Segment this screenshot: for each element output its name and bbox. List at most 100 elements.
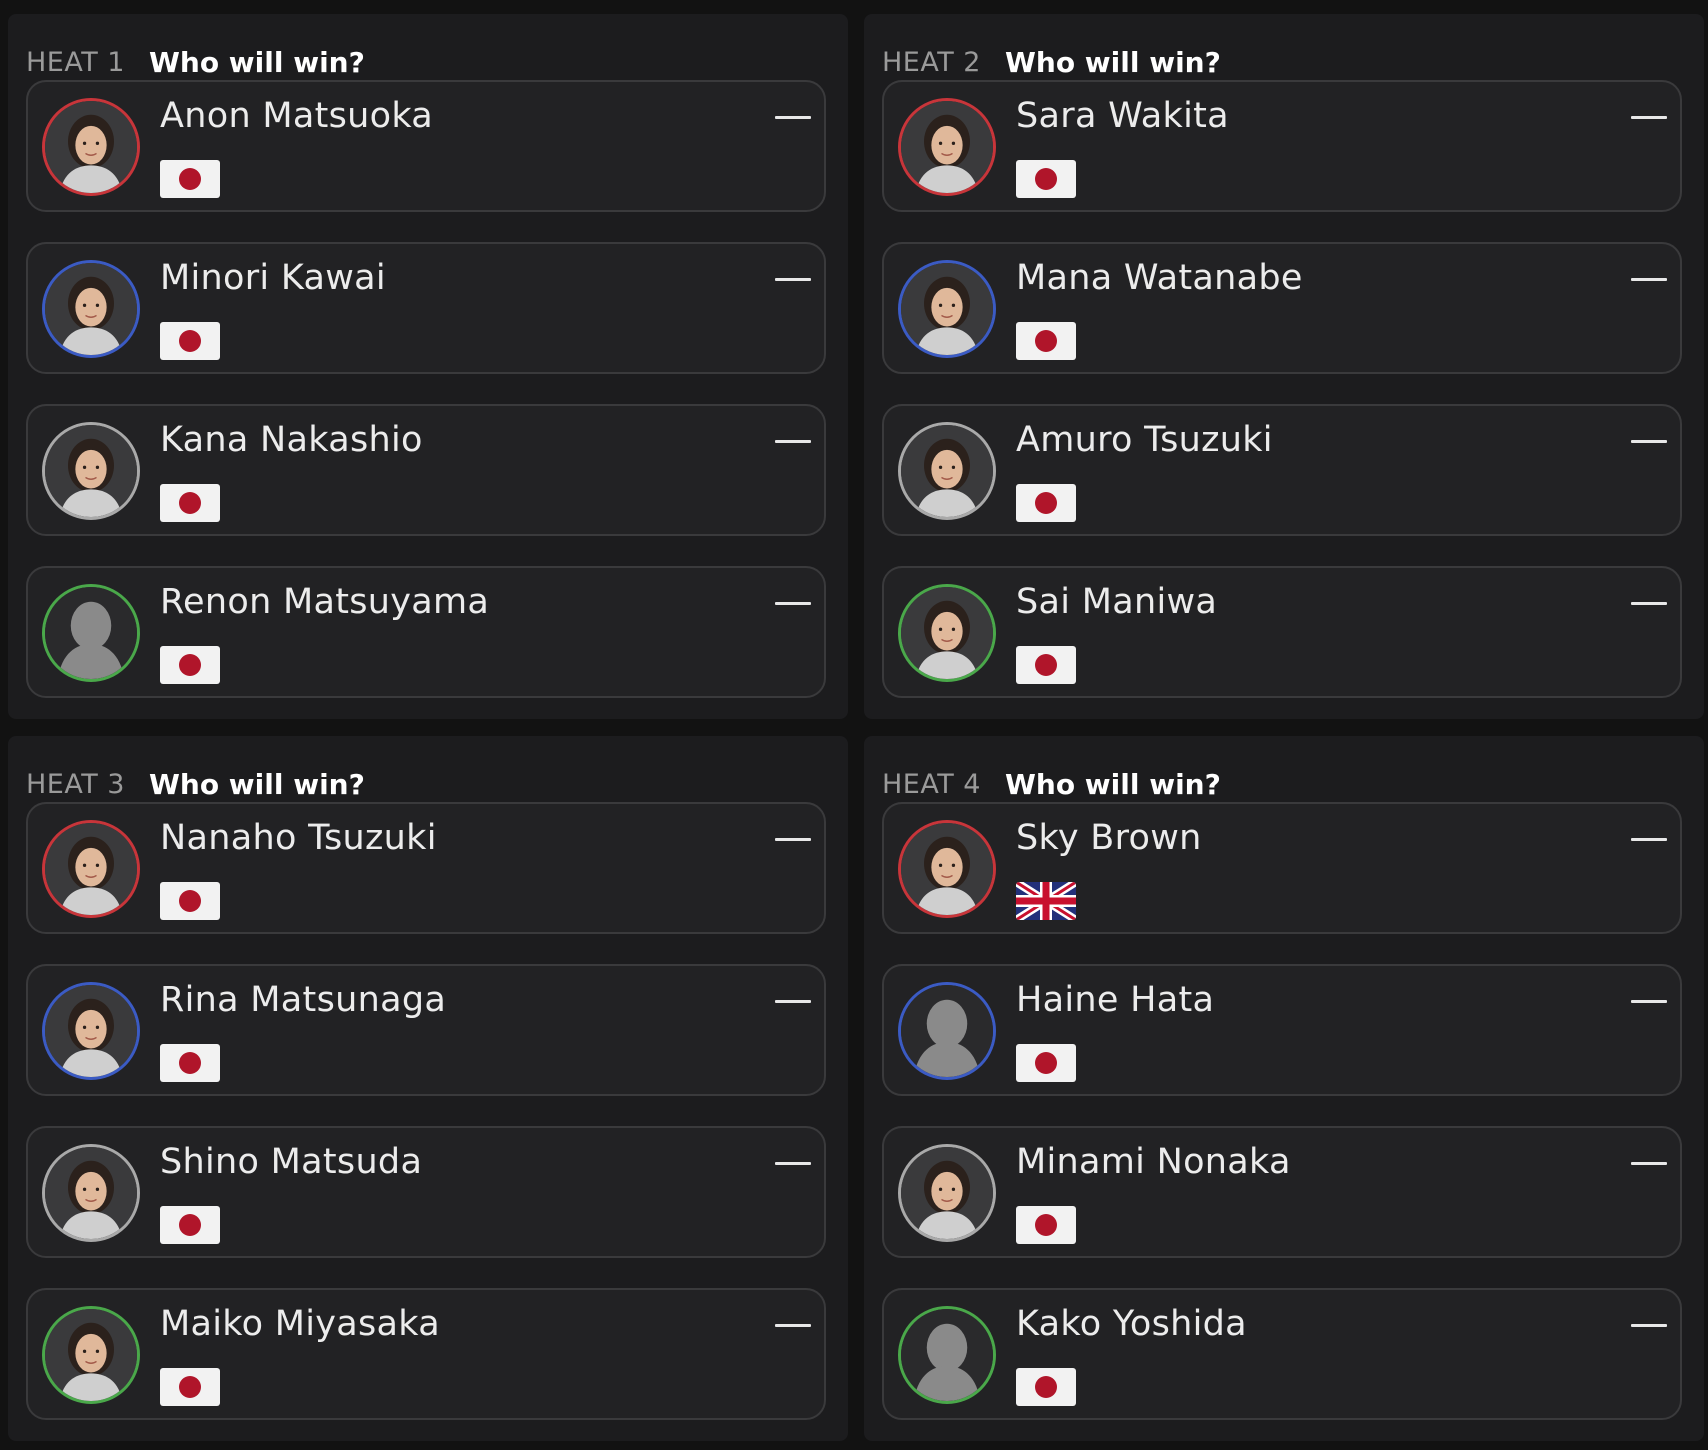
pick-status-dash[interactable] bbox=[774, 826, 812, 852]
rider-avatar bbox=[42, 260, 140, 358]
rider-avatar bbox=[898, 584, 996, 682]
rider-name: Rina Matsunaga bbox=[160, 980, 447, 1020]
pick-status-dash[interactable] bbox=[774, 104, 812, 130]
pick-status-dash[interactable] bbox=[1630, 1312, 1668, 1338]
dash-icon bbox=[1631, 999, 1667, 1003]
pick-status-dash[interactable] bbox=[1630, 266, 1668, 292]
heat-header: HEAT 3 Who will win? bbox=[26, 760, 365, 808]
rider-card[interactable]: Minami Nonaka bbox=[882, 1126, 1682, 1258]
dash-icon bbox=[775, 999, 811, 1003]
heat-question: Who will win? bbox=[149, 45, 365, 79]
pick-status-dash[interactable] bbox=[1630, 104, 1668, 130]
avatar-placeholder-silhouette bbox=[42, 584, 140, 682]
dash-icon bbox=[775, 1161, 811, 1165]
heat-label: HEAT 3 bbox=[26, 768, 125, 800]
avatar-placeholder-silhouette bbox=[898, 982, 996, 1080]
rider-name: Haine Hata bbox=[1016, 980, 1215, 1020]
rider-avatar bbox=[898, 1144, 996, 1242]
pick-status-dash[interactable] bbox=[1630, 826, 1668, 852]
rider-card[interactable]: Sky Brown bbox=[882, 802, 1682, 934]
rider-card[interactable]: Sai Maniwa bbox=[882, 566, 1682, 698]
rider-card[interactable]: Amuro Tsuzuki bbox=[882, 404, 1682, 536]
rider-avatar bbox=[42, 820, 140, 918]
pick-status-dash[interactable] bbox=[774, 988, 812, 1014]
heat-panel-2: HEAT 2 Who will win? Sara Wakita Mana Wa… bbox=[864, 14, 1704, 719]
rider-name: Mana Watanabe bbox=[1016, 258, 1303, 298]
japan-flag-icon bbox=[160, 1368, 220, 1406]
heat-question: Who will win? bbox=[149, 767, 365, 801]
pick-status-dash[interactable] bbox=[774, 428, 812, 454]
japan-flag-icon bbox=[1016, 484, 1076, 522]
rider-card[interactable]: Rina Matsunaga bbox=[26, 964, 826, 1096]
japan-flag-icon bbox=[160, 1206, 220, 1244]
heat-panel-3: HEAT 3 Who will win? Nanaho Tsuzuki Rina… bbox=[8, 736, 848, 1441]
japan-flag-icon bbox=[160, 646, 220, 684]
rider-card[interactable]: Sara Wakita bbox=[882, 80, 1682, 212]
japan-flag-icon bbox=[1016, 1368, 1076, 1406]
pick-status-dash[interactable] bbox=[774, 1312, 812, 1338]
pick-status-dash[interactable] bbox=[774, 266, 812, 292]
rider-card[interactable]: Kako Yoshida bbox=[882, 1288, 1682, 1420]
japan-flag-icon bbox=[160, 1044, 220, 1082]
rider-avatar bbox=[42, 422, 140, 520]
rider-name: Shino Matsuda bbox=[160, 1142, 423, 1182]
dash-icon bbox=[1631, 837, 1667, 841]
rider-card[interactable]: Mana Watanabe bbox=[882, 242, 1682, 374]
pick-status-dash[interactable] bbox=[774, 1150, 812, 1176]
rider-avatar bbox=[42, 98, 140, 196]
rider-name: Nanaho Tsuzuki bbox=[160, 818, 437, 858]
rider-avatar bbox=[898, 260, 996, 358]
rider-name: Kana Nakashio bbox=[160, 420, 423, 460]
japan-flag-icon bbox=[160, 484, 220, 522]
japan-flag-icon bbox=[1016, 646, 1076, 684]
uk-flag-icon bbox=[1016, 882, 1076, 920]
rider-name: Sky Brown bbox=[1016, 818, 1202, 858]
heat-label: HEAT 1 bbox=[26, 46, 125, 78]
pick-status-dash[interactable] bbox=[1630, 988, 1668, 1014]
heat-label: HEAT 2 bbox=[882, 46, 981, 78]
dash-icon bbox=[775, 277, 811, 281]
rider-card[interactable]: Shino Matsuda bbox=[26, 1126, 826, 1258]
heat-panel-1: HEAT 1 Who will win? Anon Matsuoka Minor… bbox=[8, 14, 848, 719]
rider-card[interactable]: Nanaho Tsuzuki bbox=[26, 802, 826, 934]
dash-icon bbox=[775, 439, 811, 443]
heat-header: HEAT 4 Who will win? bbox=[882, 760, 1221, 808]
dash-icon bbox=[1631, 115, 1667, 119]
japan-flag-icon bbox=[1016, 1206, 1076, 1244]
heat-label: HEAT 4 bbox=[882, 768, 981, 800]
rider-card[interactable]: Renon Matsuyama bbox=[26, 566, 826, 698]
rider-name: Minori Kawai bbox=[160, 258, 386, 298]
japan-flag-icon bbox=[160, 882, 220, 920]
heat-question: Who will win? bbox=[1005, 767, 1221, 801]
rider-name: Minami Nonaka bbox=[1016, 1142, 1291, 1182]
dash-icon bbox=[775, 1323, 811, 1327]
heat-header: HEAT 1 Who will win? bbox=[26, 38, 365, 86]
heat-header: HEAT 2 Who will win? bbox=[882, 38, 1221, 86]
pick-status-dash[interactable] bbox=[1630, 428, 1668, 454]
heat-panel-4: HEAT 4 Who will win? Sky Brown Haine Hat… bbox=[864, 736, 1704, 1441]
heat-question: Who will win? bbox=[1005, 45, 1221, 79]
rider-card[interactable]: Maiko Miyasaka bbox=[26, 1288, 826, 1420]
pick-status-dash[interactable] bbox=[774, 590, 812, 616]
rider-avatar bbox=[898, 98, 996, 196]
dash-icon bbox=[1631, 601, 1667, 605]
japan-flag-icon bbox=[160, 160, 220, 198]
dash-icon bbox=[775, 601, 811, 605]
rider-name: Sara Wakita bbox=[1016, 96, 1229, 136]
rider-name: Renon Matsuyama bbox=[160, 582, 490, 622]
rider-avatar bbox=[42, 1306, 140, 1404]
dash-icon bbox=[775, 115, 811, 119]
pick-status-dash[interactable] bbox=[1630, 1150, 1668, 1176]
rider-card[interactable]: Kana Nakashio bbox=[26, 404, 826, 536]
rider-card[interactable]: Minori Kawai bbox=[26, 242, 826, 374]
rider-avatar bbox=[898, 422, 996, 520]
rider-avatar bbox=[42, 1144, 140, 1242]
japan-flag-icon bbox=[1016, 1044, 1076, 1082]
pick-status-dash[interactable] bbox=[1630, 590, 1668, 616]
rider-card[interactable]: Haine Hata bbox=[882, 964, 1682, 1096]
rider-name: Anon Matsuoka bbox=[160, 96, 434, 136]
heat-picks-screen: HEAT 1 Who will win? Anon Matsuoka Minor… bbox=[0, 0, 1708, 1450]
dash-icon bbox=[1631, 277, 1667, 281]
rider-name: Amuro Tsuzuki bbox=[1016, 420, 1273, 460]
rider-card[interactable]: Anon Matsuoka bbox=[26, 80, 826, 212]
